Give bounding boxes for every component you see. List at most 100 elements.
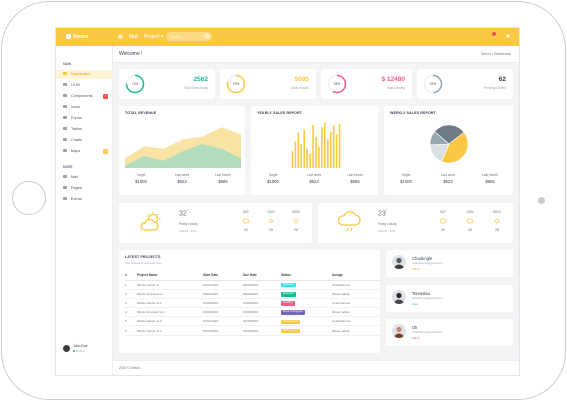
bell-icon[interactable]: ♪: [494, 28, 497, 46]
sidebar-item-pages[interactable]: Pages: [56, 184, 113, 193]
chart-icon: [63, 137, 67, 142]
total-revenue-card: TOTAL REVENUE Target $1000 Last week $523 …: [119, 106, 245, 195]
sidebar-item-tables[interactable]: Tables: [56, 125, 113, 134]
sidebar-section-more: MORE: [63, 165, 73, 169]
bar-3: [297, 132, 300, 168]
stat-value: $ 12480: [381, 76, 406, 83]
nav-mail[interactable]: Mail: [129, 28, 138, 46]
table-row[interactable]: 2 Minton Frontend v1 01/01/2016 26/04/2016 R…: [125, 289, 381, 299]
top-bar: Xenon ▦ Mail Project ▾ ♪ ✱: [56, 28, 519, 46]
status-badge: Coming soon: [281, 319, 301, 325]
edit-icon: [63, 115, 67, 120]
bar-5: [303, 129, 306, 168]
stat-card-earning: 58% $ 12480 Total Earning: [321, 69, 412, 99]
column-header: Assign: [332, 271, 381, 281]
page-footer: 2016 © Minton.: [113, 360, 519, 375]
forecast-temp: 28: [294, 228, 298, 232]
breadcrumb[interactable]: Xenon / Dashboard: [481, 46, 511, 63]
stat-value: 5685: [294, 76, 309, 83]
revenue-last-week: Last week $523: [174, 173, 190, 184]
contact-card[interactable]: Chadengle coderthemes@gmail.com Admin: [386, 250, 513, 277]
weather-desc: Partly cloudy: [378, 222, 397, 226]
forecast-temp: 28: [468, 228, 472, 232]
table-cell: Minton Frontend v1.1: [137, 307, 203, 318]
layers-icon: [63, 93, 67, 98]
file-icon: [63, 185, 67, 190]
status-cell: Pending: [281, 298, 332, 309]
table-cell: 01/01/2016: [203, 316, 243, 327]
avatar[interactable]: [392, 255, 406, 269]
tablet-device: Xenon ▦ Mail Project ▾ ♪ ✱ MAIN Dashboar…: [0, 0, 567, 401]
status-badge: Released: [281, 292, 296, 297]
sidebar-user[interactable]: John Doe Online: [63, 344, 111, 354]
sidebar-item-forms[interactable]: Forms: [56, 114, 113, 123]
brand-logo[interactable]: Xenon: [66, 28, 88, 46]
status-badge: Pending: [281, 301, 295, 306]
page-header: Welcome ! Xenon / Dashboard: [113, 46, 519, 63]
sidebar-item-icons[interactable]: Icons: [56, 103, 113, 112]
table-row[interactable]: 4 Minton Frontend v1.1 01/01/2016 31/05/201…: [125, 307, 381, 318]
contact-card[interactable]: Tomaslau coderthemes@gmail.com User: [386, 285, 513, 312]
logo-icon: [66, 33, 71, 39]
table-cell: 31/05/2016: [243, 307, 281, 318]
sidebar-item-dashboard[interactable]: Dashboard: [56, 70, 113, 79]
table-cell: 10/05/2016: [243, 298, 281, 309]
table-cell: Minton admin: [332, 325, 381, 336]
sidebar-item-maps[interactable]: Maps 3: [56, 147, 113, 156]
nav-project-dropdown[interactable]: Project ▾: [144, 28, 163, 46]
bar-1: [291, 151, 294, 168]
home-icon: [63, 71, 67, 76]
table-cell: Minton Admin v1.3: [137, 325, 203, 336]
status-cell: Work in Progress: [281, 307, 332, 318]
grid-menu-icon[interactable]: ▦: [118, 28, 123, 46]
sidebar-item-extras[interactable]: Extras: [56, 195, 113, 204]
sidebar-item-mail[interactable]: Mail: [56, 173, 113, 182]
weather-card-1: 32° Partly cloudy 15km/h - 37% SAT SUN M…: [119, 203, 312, 243]
sidebar-item-components[interactable]: Components 7: [56, 92, 113, 101]
card-title: WEEKLY SALES REPORT: [390, 111, 436, 115]
maps-badge: 3: [103, 149, 108, 154]
yearly-last-week: Last week $523: [306, 173, 322, 184]
footer-text: 2016 © Minton.: [119, 366, 141, 370]
bar-8: [312, 124, 314, 168]
user-name: John Doe: [73, 344, 88, 348]
table-row[interactable]: 5 Minton Admin v1.3 01/01/2016 31/05/2016 Co…: [125, 316, 381, 327]
table-cell: 26/04/2016: [243, 289, 281, 299]
revenue-target: Target $1000: [135, 173, 147, 184]
forecast-day: MON: [292, 210, 300, 214]
home-button[interactable]: [12, 181, 46, 215]
sidebar-item-ui-kit[interactable]: UI Kit: [56, 81, 113, 90]
components-badge: 7: [103, 94, 108, 99]
forecast-temp: 30: [244, 228, 248, 232]
contact-role: Admin: [412, 267, 421, 271]
table-cell: 01/01/2016: [203, 325, 243, 336]
column-header: Start Date: [203, 271, 243, 281]
sun-icon: [293, 218, 299, 224]
avatar[interactable]: [392, 324, 406, 338]
table-row[interactable]: 6 Minton Admin v1.3 01/01/2016 31/05/2016 Co…: [125, 325, 381, 336]
status-cell: Coming soon: [281, 325, 332, 336]
search-box[interactable]: [166, 32, 212, 41]
sidebar-item-charts[interactable]: Charts: [56, 136, 113, 145]
stat-label: Total Sales today: [183, 86, 208, 90]
column-header: Due Date: [243, 271, 281, 281]
forecast-day: SAT: [439, 210, 447, 214]
contact-name: Chadengle: [412, 256, 433, 261]
bar-2: [294, 141, 297, 168]
card-title: TOTAL REVENUE: [125, 111, 157, 115]
table-cell: 1: [125, 280, 137, 290]
forecast-temp: 28: [495, 228, 499, 232]
contact-card[interactable]: Ok coderthemes@gmail.com Admin: [386, 319, 513, 346]
card-title: YEARLY SALES REPORT: [257, 111, 303, 115]
sun-cloud-icon: [140, 212, 161, 231]
card-title: LATEST PROJECTS: [125, 255, 161, 259]
table-row[interactable]: 3 Minton Admin v1.1 01/05/2016 10/05/2016 Pe…: [125, 298, 381, 309]
gear-icon[interactable]: ✱: [506, 28, 510, 46]
forecast-temp: 28: [269, 228, 273, 232]
avatar[interactable]: [392, 290, 406, 304]
user-avatar[interactable]: [63, 345, 70, 352]
revenue-area-chart: [125, 127, 241, 168]
search-icon[interactable]: [205, 34, 209, 38]
search-input[interactable]: [170, 32, 202, 41]
table-row[interactable]: 1 Minton Admin v1 01/01/2016 26/04/2016 Rele…: [125, 280, 381, 290]
